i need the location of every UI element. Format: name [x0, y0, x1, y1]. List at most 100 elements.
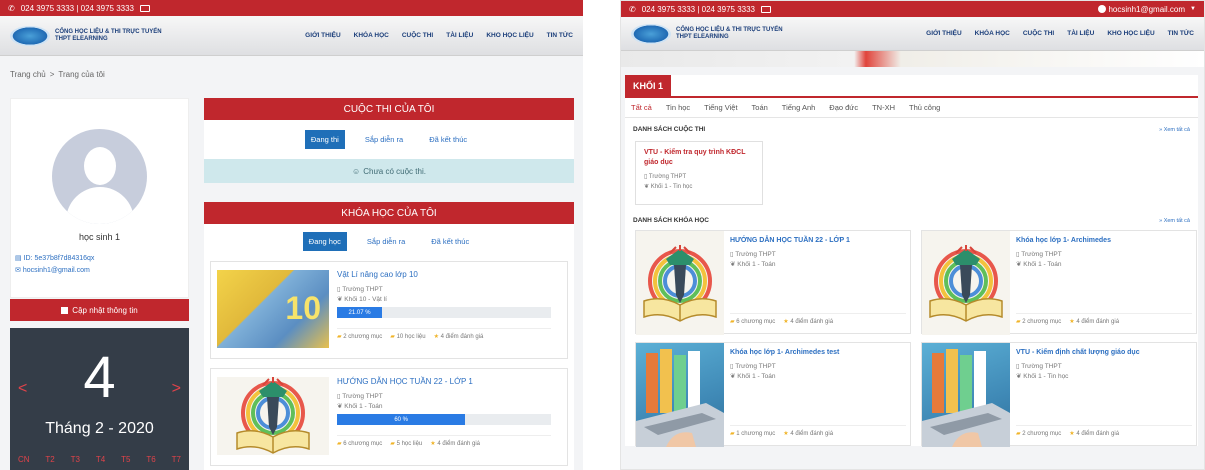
- course-title[interactable]: Khóa học lớp 1- Archimedes test: [730, 349, 906, 356]
- breadcrumb-separator: >: [49, 70, 55, 79]
- course-grade: Khối 1 - Toán: [737, 261, 776, 268]
- course-card[interactable]: VTU - Kiểm định chất lượng giáo dục ▯ Tr…: [921, 342, 1197, 447]
- tab-course-ended[interactable]: Đã kết thúc: [425, 232, 475, 251]
- tab-subject-toan[interactable]: Toán: [752, 103, 768, 112]
- course-thumbnail: [636, 231, 724, 335]
- course-chapters: 6 chương mục: [343, 441, 383, 447]
- user-icon: [1098, 5, 1107, 13]
- star-icon: ★: [430, 441, 436, 447]
- see-all-courses-link[interactable]: » Xem tất cả: [1159, 218, 1190, 224]
- tab-subject-tin-hoc[interactable]: Tin học: [666, 103, 690, 112]
- tab-course-learning[interactable]: Đang học: [302, 232, 347, 251]
- course-card[interactable]: Khóa học lớp 1- Archimedes test ▯ Trường…: [635, 342, 911, 447]
- course-title[interactable]: HƯỚNG DẪN HỌC TUẦN 22 - LỚP 1: [337, 377, 551, 386]
- nav-gioi-thieu[interactable]: GIỚI THIỆU: [305, 32, 341, 39]
- course-title[interactable]: HƯỚNG DẪN HỌC TUẦN 22 - LỚP 1: [730, 237, 906, 244]
- leaf-icon: ❦: [730, 261, 736, 268]
- weekday: T2: [45, 455, 55, 464]
- tab-subject-tieng-anh[interactable]: Tiếng Anh: [782, 103, 816, 112]
- smile-icon: ☺: [352, 166, 361, 176]
- nav-khoa-hoc[interactable]: KHÓA HỌC: [975, 30, 1010, 37]
- pen-book-icon: [235, 377, 311, 455]
- nav-gioi-thieu[interactable]: GIỚI THIỆU: [926, 30, 962, 37]
- phone-numbers: 024 3975 3333 | 024 3975 3333: [20, 3, 134, 13]
- tab-subject-tieng-viet[interactable]: Tiếng Việt: [704, 103, 737, 112]
- course-thumbnail: [217, 377, 329, 455]
- contest-card[interactable]: VTU - Kiểm tra quy trình KĐCL giáo dục ▯…: [635, 141, 763, 205]
- course-chapters: 1 chương mục: [736, 431, 776, 437]
- leaf-icon: ❦: [644, 184, 650, 190]
- envelope-icon: ✉: [15, 267, 21, 274]
- star-icon: ★: [1069, 319, 1075, 325]
- tab-contest-ongoing[interactable]: Đang thi: [304, 130, 345, 149]
- contest-tabs: Đang thi Sắp diễn ra Đã kết thúc: [204, 120, 574, 159]
- course-title[interactable]: VTU - Kiểm định chất lượng giáo dục: [1016, 349, 1192, 356]
- calendar-next-button[interactable]: >: [172, 380, 181, 398]
- course-card[interactable]: HƯỚNG DẪN HỌC TUẦN 22 - LỚP 1 ▯ Trường T…: [635, 230, 911, 335]
- course-thumbnail: [636, 343, 724, 447]
- weekday: T4: [95, 455, 106, 464]
- breadcrumb-home[interactable]: Trang chủ: [10, 70, 46, 79]
- tab-contest-ended[interactable]: Đã kết thúc: [423, 130, 473, 149]
- tab-subject-dao-duc[interactable]: Đạo đức: [829, 103, 858, 112]
- course-rating: 4 điểm đánh giá: [440, 334, 484, 340]
- grade-page-screenshot: ✆ 024 3975 3333 | 024 3975 3333 hocsinh1…: [620, 0, 1205, 470]
- course-card[interactable]: Khóa học lớp 1- Archimedes ▯ Trường THPT…: [921, 230, 1197, 335]
- user-menu[interactable]: hocsinh1@gmail.com ▼: [1098, 5, 1196, 14]
- breadcrumb-current: Trang của tôi: [58, 70, 105, 79]
- weekday: T3: [70, 455, 81, 464]
- leaf-icon: ❦: [1016, 373, 1022, 380]
- tab-subject-thu-cong[interactable]: Thủ công: [909, 103, 940, 112]
- nav-tai-lieu[interactable]: TÀI LIỆU: [446, 32, 473, 39]
- site-logo[interactable]: CỔNG HỌC LIỆU & THI TRỰC TUYẾN THPT ELEA…: [10, 25, 162, 46]
- course-grade: Khối 10 - Vật lí: [344, 296, 387, 303]
- course-card[interactable]: 10 Vật Lí nâng cao lớp 10 ▯ Trường THPT …: [210, 261, 568, 359]
- site-logo[interactable]: CỔNG HỌC LIỆU & THI TRỰC TUYẾN THPT ELEA…: [631, 23, 783, 44]
- nav-kho-hoc-lieu[interactable]: KHO HỌC LIỆU: [1107, 30, 1154, 37]
- course-grade: Khối 1 - Toán: [344, 403, 383, 410]
- nav-tin-tuc[interactable]: TIN TỨC: [1168, 30, 1194, 37]
- course-chapters: 6 chương mục: [736, 319, 776, 325]
- nav-khoa-hoc[interactable]: KHÓA HỌC: [354, 32, 389, 39]
- mail-icon[interactable]: [761, 5, 771, 13]
- my-contests-header: CUỘC THI CỦA TÔI: [204, 98, 574, 120]
- course-chapters: 2 chương mục: [343, 334, 383, 340]
- course-title[interactable]: Vật Lí nâng cao lớp 10: [337, 270, 551, 279]
- tab-grade-1[interactable]: KHỐI 1: [625, 75, 672, 97]
- no-contest-message: ☺ Chưa có cuộc thi.: [204, 159, 574, 183]
- see-all-contests-link[interactable]: » Xem tất cả: [1159, 127, 1190, 133]
- course-card[interactable]: HƯỚNG DẪN HỌC TUẦN 22 - LỚP 1 ▯ Trường T…: [210, 368, 568, 466]
- star-icon: ★: [783, 319, 789, 325]
- phone-icon: ✆: [629, 4, 636, 14]
- course-school: Trường THPT: [342, 286, 383, 293]
- logo-line-2: THPT ELEARNING: [676, 33, 729, 40]
- my-page-screenshot: ✆ 024 3975 3333 | 024 3975 3333 CỔNG HỌC…: [0, 0, 583, 470]
- profile-email: hocsinh1@gmail.com: [22, 267, 90, 274]
- folder-icon: ▰: [1016, 319, 1021, 325]
- tab-course-upcoming[interactable]: Sắp diễn ra: [361, 232, 411, 251]
- update-info-button[interactable]: Cập nhật thông tin: [10, 299, 189, 321]
- calendar-day: 4: [83, 345, 116, 410]
- tab-contest-upcoming[interactable]: Sắp diễn ra: [359, 130, 409, 149]
- contest-grade: Khối 1 - Tin học: [650, 184, 693, 190]
- nav-kho-hoc-lieu[interactable]: KHO HỌC LIỆU: [486, 32, 533, 39]
- tab-subject-all[interactable]: Tất cả: [631, 103, 652, 112]
- course-tabs: Đang học Sắp diễn ra Đã kết thúc: [204, 224, 574, 255]
- calendar-widget: < 4 > Tháng 2 - 2020 CN T2 T3 T4 T5 T6 T…: [10, 328, 189, 470]
- nav-tin-tuc[interactable]: TIN TỨC: [547, 32, 573, 39]
- nav-cuoc-thi[interactable]: CUỘC THI: [1023, 30, 1054, 37]
- course-school: Trường THPT: [1021, 363, 1062, 370]
- folder-icon: ▰: [390, 441, 395, 447]
- building-icon: ▯: [1016, 251, 1020, 258]
- folder-icon: ▰: [337, 334, 342, 340]
- contest-title[interactable]: VTU - Kiểm tra quy trình KĐCL giáo dục: [644, 148, 754, 168]
- nav-tai-lieu[interactable]: TÀI LIỆU: [1067, 30, 1094, 37]
- nav-cuoc-thi[interactable]: CUỘC THI: [402, 32, 433, 39]
- contest-school: Trường THPT: [648, 174, 687, 180]
- mail-icon[interactable]: [140, 4, 150, 12]
- building-icon: ▯: [730, 363, 734, 370]
- course-grade: Khối 1 - Toán: [737, 373, 776, 380]
- course-title[interactable]: Khóa học lớp 1- Archimedes: [1016, 237, 1192, 244]
- tab-subject-tn-xh[interactable]: TN-XH: [872, 103, 895, 112]
- course-grade: Khối 1 - Toán: [1023, 261, 1062, 268]
